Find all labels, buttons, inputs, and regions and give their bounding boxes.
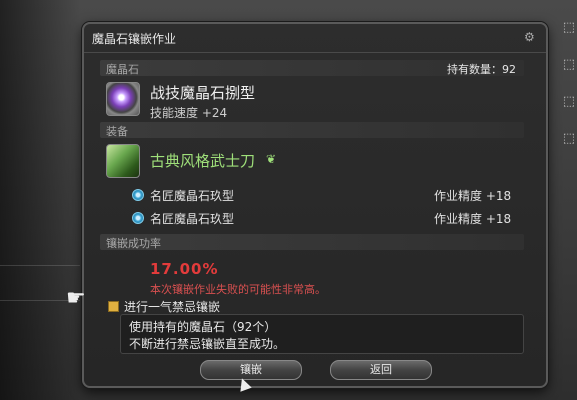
equipment-section-label: 装备 — [106, 125, 128, 138]
pointer-hand-icon: ☛ — [66, 286, 86, 311]
background-divider — [0, 265, 80, 266]
description-line: 使用持有的魔晶石（92个） — [129, 320, 277, 334]
overmeld-label[interactable]: 进行一气禁忌镶嵌 — [124, 298, 220, 315]
materia-slot-icon — [132, 189, 144, 201]
materia-icon[interactable] — [106, 82, 140, 116]
meld-button[interactable]: 镶嵌 — [200, 360, 302, 380]
overmeld-description: 使用持有的魔晶石（92个） 不断进行禁忌镶嵌直至成功。 — [120, 314, 524, 354]
overmeld-checkbox[interactable] — [108, 301, 119, 312]
failure-warning: 本次镶嵌作业失败的可能性非常高。 — [150, 283, 326, 296]
katana-icon[interactable] — [106, 144, 140, 178]
slot-materia-name: 名匠魔晶石玖型 — [150, 212, 235, 226]
background-glyph: ⬚ — [562, 20, 575, 35]
success-section-header: 镶嵌成功率 — [100, 234, 524, 250]
background-menu: ⬚ ⬚ ⬚ ⬚ — [547, 20, 577, 168]
materia-name: 战技魔晶石捌型 — [150, 84, 256, 102]
slot-materia-name: 名匠魔晶石玖型 — [150, 189, 235, 203]
materia-meld-window: 魔晶石镶嵌作业 ⚙ 魔晶石 持有数量：92 战技魔晶石捌型 技能速度 +24 装… — [82, 22, 548, 388]
materia-slot-icon — [132, 212, 144, 224]
success-rate: 17.00% — [150, 260, 219, 278]
window-titlebar[interactable]: 魔晶石镶嵌作业 ⚙ — [84, 24, 546, 53]
materia-section-label: 魔晶石 — [106, 63, 139, 76]
materia-count: 持有数量：92 — [447, 63, 516, 76]
slot-materia-stat: 作业精度 +18 — [434, 212, 512, 226]
window-title: 魔晶石镶嵌作业 — [92, 32, 177, 46]
gear-icon[interactable]: ⚙ — [524, 31, 536, 43]
background-glyph: ⬚ — [562, 94, 575, 109]
equipment-name: 古典风格武士刀 — [150, 152, 256, 170]
success-section-label: 镶嵌成功率 — [106, 237, 161, 250]
materia-section-header: 魔晶石 持有数量：92 — [100, 60, 524, 76]
description-line: 不断进行禁忌镶嵌直至成功。 — [129, 337, 286, 351]
slot-materia-stat: 作业精度 +18 — [434, 189, 512, 203]
background-glyph: ⬚ — [562, 131, 575, 146]
hq-icon: ❦ — [266, 152, 277, 166]
materia-stat: 技能速度 +24 — [150, 106, 228, 120]
back-button[interactable]: 返回 — [330, 360, 432, 380]
background-glyph: ⬚ — [562, 57, 575, 72]
equipment-section-header: 装备 — [100, 122, 524, 138]
